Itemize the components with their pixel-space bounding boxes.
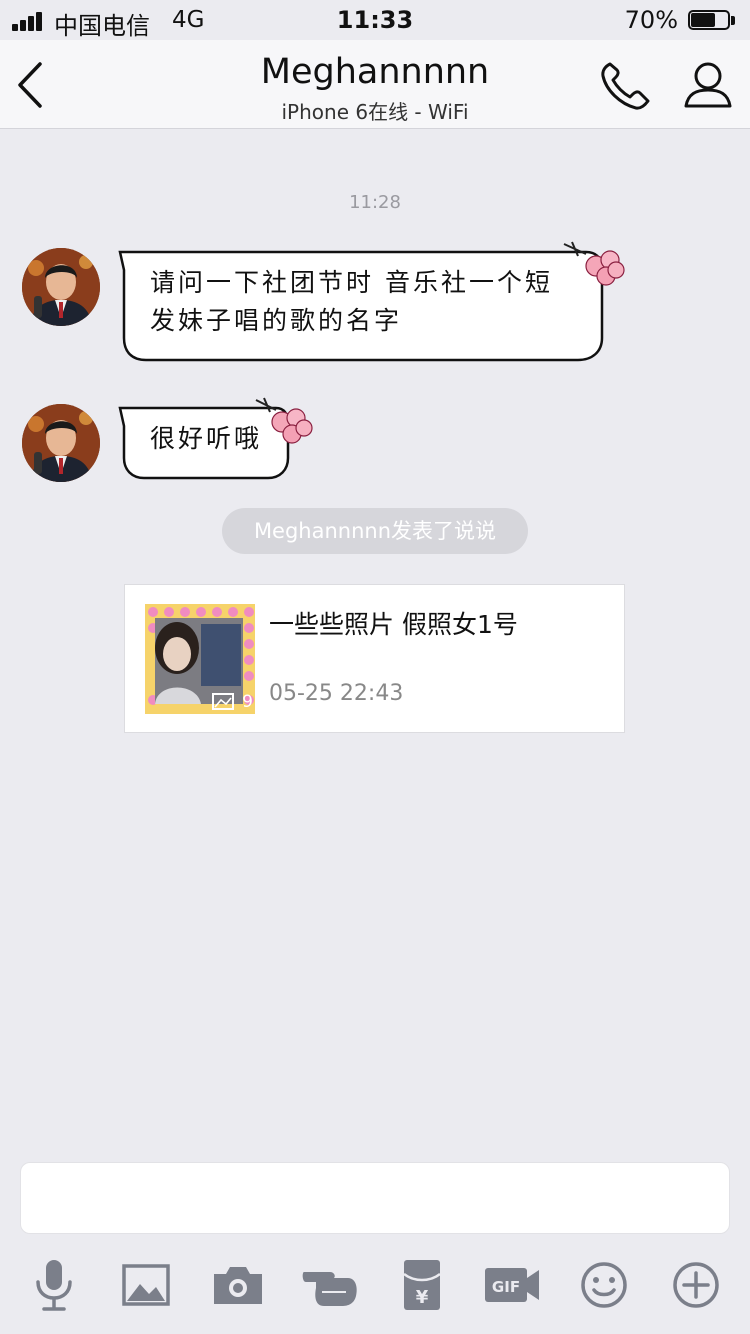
message-bubble[interactable]: 很好听哦 — [116, 396, 316, 482]
camera-icon[interactable] — [210, 1258, 266, 1312]
message-text: 很好听哦 — [150, 424, 263, 453]
status-bar: 中国电信 4G 11:33 70% — [0, 0, 750, 40]
post-title: 一些些照片 假照女1号 — [269, 610, 518, 639]
contact-avatar[interactable] — [22, 404, 100, 482]
post-thumbnail: 9 — [145, 604, 255, 714]
nav-bar: Meghannnnn iPhone 6在线 - WiFi — [0, 40, 750, 129]
svg-text:¥: ¥ — [416, 1287, 429, 1308]
phone-call-icon[interactable] — [598, 60, 654, 112]
red-envelope-icon[interactable]: ¥ — [394, 1258, 450, 1312]
poke-icon[interactable] — [302, 1258, 358, 1312]
plus-icon[interactable] — [668, 1258, 724, 1312]
image-icon[interactable] — [118, 1258, 174, 1312]
message-input[interactable] — [20, 1162, 730, 1234]
microphone-icon[interactable] — [26, 1258, 82, 1312]
gif-icon[interactable]: GIF — [484, 1258, 540, 1312]
svg-text:GIF: GIF — [492, 1278, 520, 1296]
contact-avatar[interactable] — [22, 248, 100, 326]
photo-count: 9 — [242, 692, 253, 712]
post-date: 05-25 22:43 — [269, 681, 404, 706]
post-card[interactable]: 9 一些些照片 假照女1号 05-25 22:43 — [124, 584, 625, 733]
chat-timestamp: 11:28 — [349, 192, 401, 213]
emoji-icon[interactable] — [576, 1258, 632, 1312]
battery-icon — [688, 10, 736, 32]
battery-percent: 70% — [624, 6, 678, 34]
profile-icon[interactable] — [682, 60, 734, 112]
system-notice[interactable]: Meghannnnn发表了说说 — [222, 508, 528, 554]
message-text: 请问一下社团节时 音乐社一个短 发妹子唱的歌的名字 — [150, 268, 553, 335]
message-bubble[interactable]: 请问一下社团节时 音乐社一个短 发妹子唱的歌的名字 — [116, 240, 628, 364]
